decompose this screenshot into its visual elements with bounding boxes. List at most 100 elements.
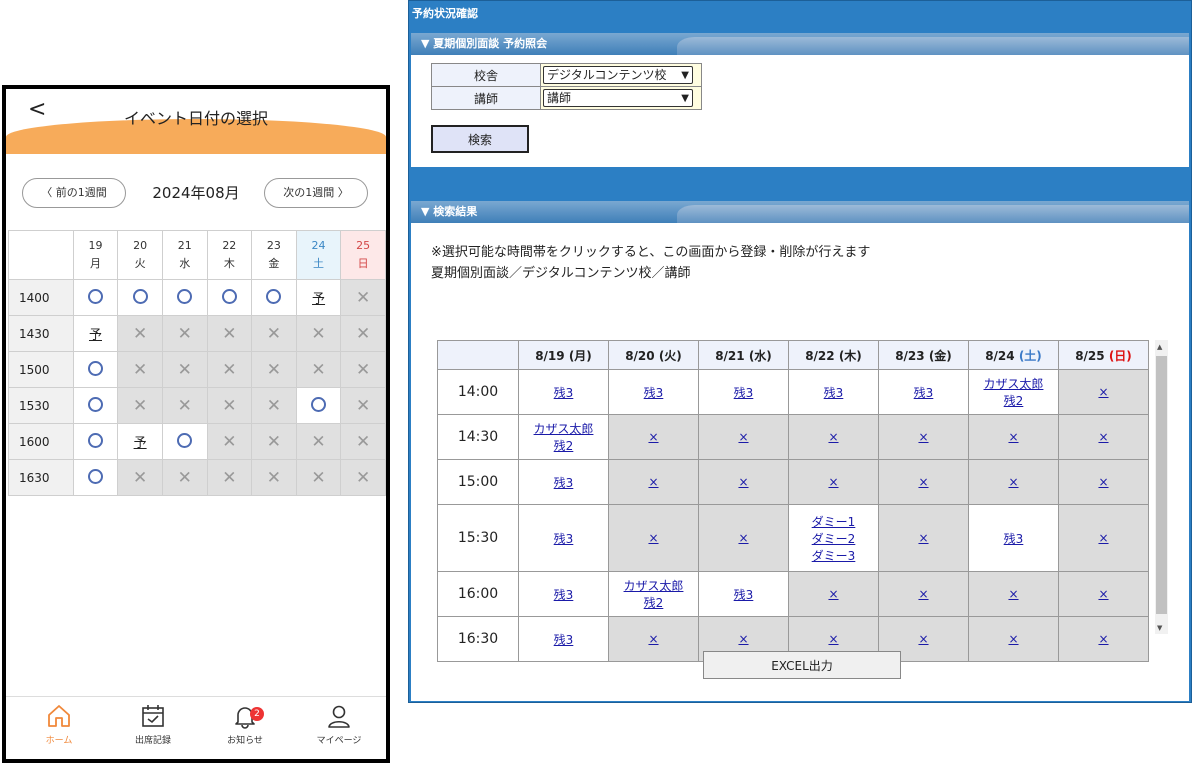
- scroll-down-arrow-icon[interactable]: ▼: [1157, 624, 1162, 632]
- unavailable-link[interactable]: ×: [1008, 632, 1018, 646]
- slot-cell: ×: [608, 616, 699, 662]
- unavailable-link[interactable]: ×: [648, 531, 658, 545]
- slot-available[interactable]: [72, 423, 119, 460]
- slot-available[interactable]: [72, 351, 119, 388]
- slot-unavailable: ✕: [206, 351, 253, 388]
- slot-link[interactable]: ダミー2: [812, 532, 856, 546]
- slot-link[interactable]: 残2: [1004, 394, 1024, 408]
- unavailable-link[interactable]: ×: [1098, 430, 1108, 444]
- scroll-up-arrow-icon[interactable]: ▲: [1157, 343, 1162, 351]
- slot-available[interactable]: [295, 387, 342, 424]
- slot-unavailable: ✕: [206, 387, 253, 424]
- slot-link[interactable]: 残3: [914, 386, 934, 400]
- unavailable-link[interactable]: ×: [918, 531, 928, 545]
- time-cell: 14:30: [437, 414, 519, 460]
- table-scrollbar[interactable]: ▲ ▼: [1155, 340, 1168, 634]
- tab-attendance-label: 出席記録: [134, 736, 171, 746]
- slot-link[interactable]: 残2: [644, 596, 664, 610]
- slot-link[interactable]: カザス太郎: [984, 377, 1044, 391]
- slot-link[interactable]: 残3: [734, 386, 754, 400]
- weekday-text: (月): [568, 348, 592, 363]
- date-text: 8/24: [985, 348, 1015, 363]
- circle-icon: [221, 288, 237, 304]
- unavailable-link[interactable]: ×: [1008, 475, 1018, 489]
- slot-available[interactable]: [161, 279, 208, 316]
- slot-available[interactable]: [72, 279, 119, 316]
- unavailable-link[interactable]: ×: [1098, 385, 1108, 399]
- day-header: 25 日: [340, 230, 386, 280]
- slot-cell: ×: [1058, 571, 1149, 617]
- excel-export-button[interactable]: EXCEL出力: [703, 651, 901, 679]
- slot-link[interactable]: ダミー3: [812, 549, 856, 563]
- circle-icon: [87, 468, 103, 484]
- unavailable-link[interactable]: ×: [918, 632, 928, 646]
- date-header: 8/25 (日): [1058, 340, 1149, 370]
- slot-available[interactable]: [72, 459, 119, 496]
- tab-notice[interactable]: 2 お知らせ: [210, 703, 280, 746]
- next-week-button[interactable]: 次の1週間 〉: [264, 178, 368, 208]
- time-cell: 16:30: [437, 616, 519, 662]
- slot-link[interactable]: カザス太郎: [624, 579, 684, 593]
- unavailable-link[interactable]: ×: [828, 587, 838, 601]
- user-icon: [328, 705, 350, 728]
- slot-available[interactable]: [72, 387, 119, 424]
- unavailable-link[interactable]: ×: [828, 475, 838, 489]
- slot-available[interactable]: [117, 279, 163, 316]
- unavailable-link[interactable]: ×: [1008, 430, 1018, 444]
- unavailable-link[interactable]: ×: [1008, 587, 1018, 601]
- slot-link[interactable]: 残3: [824, 386, 844, 400]
- unavailable-link[interactable]: ×: [648, 475, 658, 489]
- search-button[interactable]: 検索: [431, 125, 529, 153]
- unavailable-link[interactable]: ×: [648, 632, 658, 646]
- slot-available[interactable]: [206, 279, 253, 316]
- tab-attendance[interactable]: 出席記録: [118, 703, 188, 746]
- slot-available[interactable]: [161, 423, 208, 460]
- unavailable-link[interactable]: ×: [918, 430, 928, 444]
- slot-link[interactable]: 残2: [554, 439, 574, 453]
- day-header: 20 火: [117, 230, 163, 280]
- slot-reserved[interactable]: 予: [72, 315, 119, 352]
- slot-available[interactable]: [251, 279, 297, 316]
- school-select[interactable]: デジタルコンテンツ校 ▼: [543, 66, 693, 84]
- unavailable-link[interactable]: ×: [1098, 632, 1108, 646]
- unavailable-link[interactable]: ×: [828, 430, 838, 444]
- notice-badge: 2: [250, 707, 264, 721]
- slot-link[interactable]: 残3: [644, 386, 664, 400]
- slot-link[interactable]: 残3: [554, 532, 574, 546]
- scrollbar-thumb[interactable]: [1156, 356, 1167, 614]
- unavailable-link[interactable]: ×: [1098, 475, 1108, 489]
- slot-link[interactable]: 残3: [554, 386, 574, 400]
- slot-unavailable: ✕: [340, 279, 386, 316]
- unavailable-link[interactable]: ×: [1098, 531, 1108, 545]
- slot-reserved[interactable]: 予: [117, 423, 163, 460]
- weekday-text: (火): [658, 348, 682, 363]
- slot-link[interactable]: 残3: [554, 476, 574, 490]
- grid-row: 1500 ✕ ✕ ✕ ✕ ✕ ✕: [8, 351, 386, 388]
- slot-unavailable: ✕: [295, 315, 342, 352]
- slot-link[interactable]: 残3: [554, 633, 574, 647]
- unavailable-link[interactable]: ×: [738, 531, 748, 545]
- unavailable-link[interactable]: ×: [918, 587, 928, 601]
- slot-cell: ×: [1058, 616, 1149, 662]
- slot-link[interactable]: カザス太郎: [534, 422, 594, 436]
- slot-link[interactable]: ダミー1: [812, 515, 856, 529]
- teacher-select[interactable]: 講師 ▼: [543, 89, 693, 107]
- unavailable-link[interactable]: ×: [918, 475, 928, 489]
- slot-link[interactable]: 残3: [554, 588, 574, 602]
- teacher-label: 講師: [431, 86, 541, 110]
- slot-reserved[interactable]: 予: [295, 279, 342, 316]
- tab-home[interactable]: ホーム: [24, 703, 94, 746]
- unavailable-link[interactable]: ×: [648, 430, 658, 444]
- slot-unavailable: ✕: [161, 351, 208, 388]
- unavailable-link[interactable]: ×: [738, 475, 748, 489]
- unavailable-link[interactable]: ×: [1098, 587, 1108, 601]
- slot-unavailable: ✕: [161, 315, 208, 352]
- unavailable-link[interactable]: ×: [828, 632, 838, 646]
- unavailable-link[interactable]: ×: [738, 632, 748, 646]
- slot-link[interactable]: 残3: [734, 588, 754, 602]
- day-header: 19 月: [72, 230, 119, 280]
- slot-link[interactable]: 残3: [1004, 532, 1024, 546]
- slot-cell: ×: [1058, 369, 1149, 415]
- unavailable-link[interactable]: ×: [738, 430, 748, 444]
- tab-mypage[interactable]: マイページ: [304, 703, 374, 746]
